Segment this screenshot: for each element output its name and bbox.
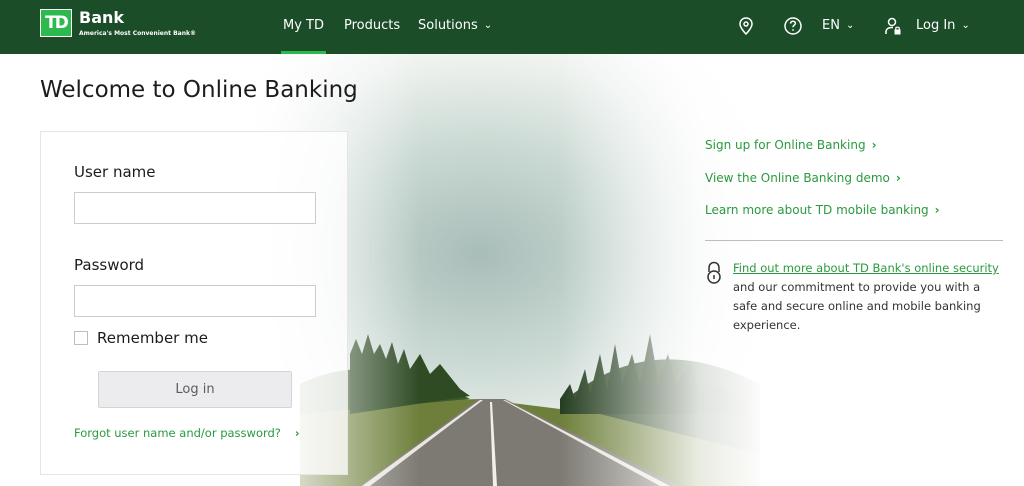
logo-tagline: America's Most Convenient Bank® bbox=[79, 30, 196, 37]
chevron-down-icon: ⌄ bbox=[961, 20, 970, 31]
password-label: Password bbox=[74, 256, 145, 274]
chevron-right-icon: › bbox=[895, 170, 901, 185]
user-lock-icon[interactable] bbox=[883, 16, 903, 36]
side-links: Sign up for Online Banking › View the Onl… bbox=[705, 138, 940, 236]
remember-me-label: Remember me bbox=[97, 329, 208, 347]
login-form: User name Password Remember me Log in Fo… bbox=[40, 131, 348, 475]
remember-me-checkbox[interactable] bbox=[74, 331, 88, 345]
security-description: and our commitment to provide you with a… bbox=[733, 280, 981, 332]
page-title: Welcome to Online Banking bbox=[40, 77, 358, 103]
chevron-right-icon: › bbox=[934, 203, 940, 217]
security-info: Find out more about TD Bank's online sec… bbox=[705, 259, 1005, 335]
username-label: User name bbox=[74, 163, 156, 181]
lock-icon bbox=[707, 261, 721, 284]
location-pin-icon[interactable] bbox=[736, 16, 756, 36]
online-security-link[interactable]: Find out more about TD Bank's online sec… bbox=[733, 261, 999, 275]
chevron-right-icon: › bbox=[871, 138, 877, 152]
chevron-down-icon: ⌄ bbox=[845, 20, 855, 31]
nav-products[interactable]: Products bbox=[344, 0, 400, 54]
login-menu[interactable]: Log In ⌄ bbox=[916, 0, 970, 54]
remember-me[interactable]: Remember me bbox=[74, 329, 208, 347]
logo-name: Bank bbox=[79, 8, 125, 27]
mobile-banking-link[interactable]: Learn more about TD mobile banking › bbox=[705, 203, 940, 236]
language-selector[interactable]: EN ⌄ bbox=[822, 0, 854, 54]
help-icon[interactable] bbox=[783, 16, 803, 36]
divider bbox=[705, 240, 1003, 241]
chevron-right-icon: › bbox=[294, 426, 300, 440]
td-bank-logo[interactable]: TD Bank America's Most Convenient Bank® bbox=[40, 9, 196, 41]
sign-up-link[interactable]: Sign up for Online Banking › bbox=[705, 138, 940, 171]
login-button[interactable]: Log in bbox=[98, 371, 292, 408]
chevron-down-icon: ⌄ bbox=[483, 20, 493, 31]
demo-link[interactable]: View the Online Banking demo › bbox=[705, 171, 940, 204]
nav-solutions[interactable]: Solutions ⌄ bbox=[418, 0, 492, 54]
password-input[interactable] bbox=[74, 285, 316, 317]
td-logo-mark: TD bbox=[40, 9, 72, 37]
nav-my-td[interactable]: My TD bbox=[281, 0, 326, 54]
forgot-credentials-link[interactable]: Forgot user name and/or password? › bbox=[74, 426, 300, 440]
top-navigation: TD Bank America's Most Convenient Bank® … bbox=[0, 0, 1024, 54]
username-input[interactable] bbox=[74, 192, 316, 224]
